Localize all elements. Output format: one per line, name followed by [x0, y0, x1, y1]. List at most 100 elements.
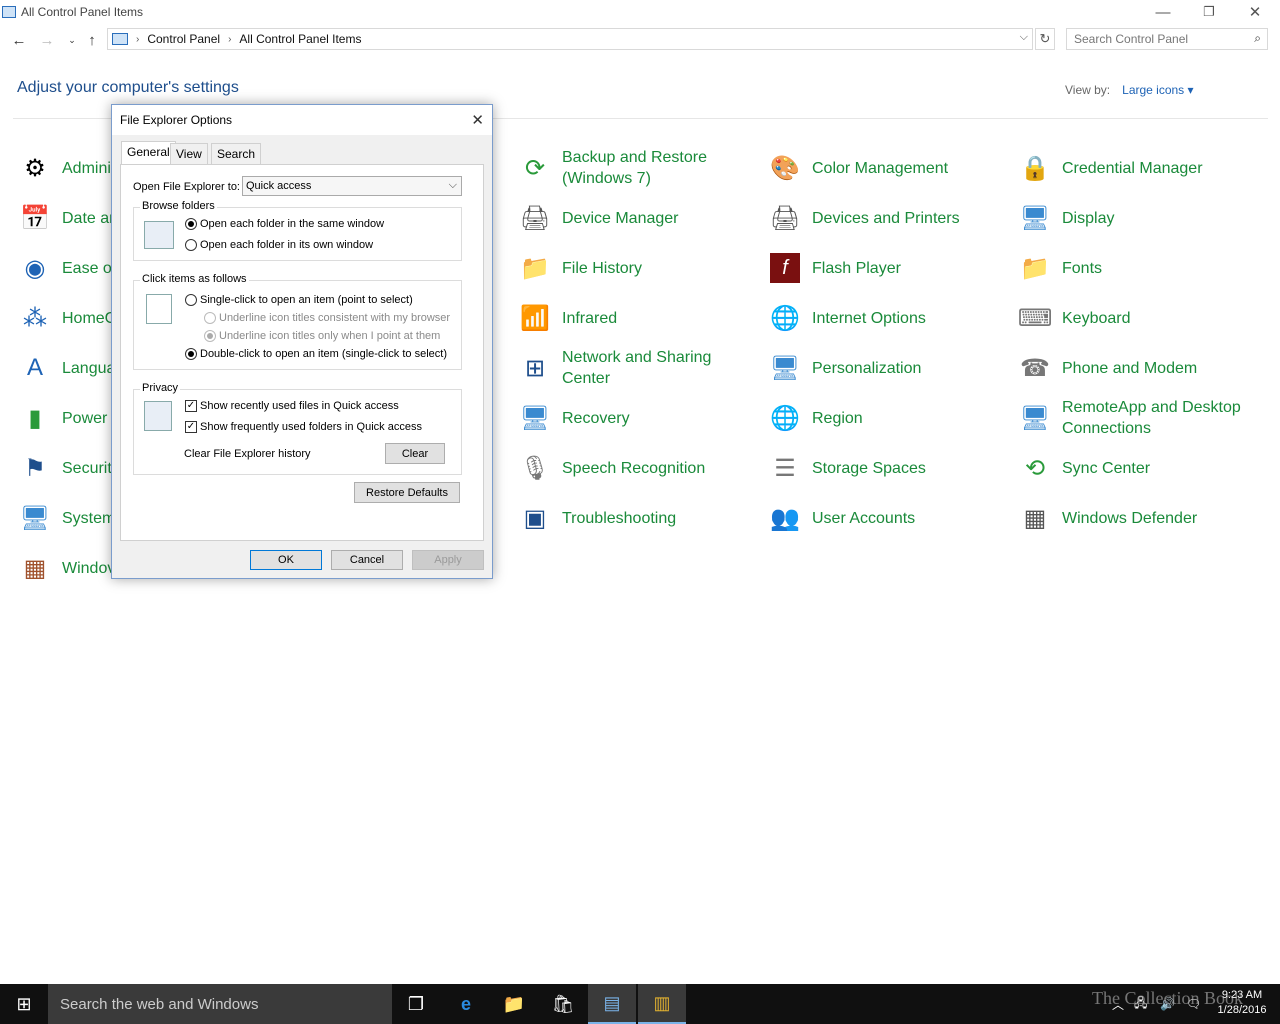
show-frequent-folders-checkbox[interactable]: ✓ [185, 421, 197, 433]
browse-own-window-radio[interactable] [185, 239, 197, 251]
security-flag-icon: ⚑ [24, 454, 46, 482]
watermark-logo: The Collection Book [1092, 988, 1243, 1008]
cp-item-keyboard[interactable]: ⌨ Keyboard [1018, 298, 1131, 338]
cp-item-flash-player[interactable]: f Flash Player [768, 248, 901, 288]
troubleshooting-icon: ▣ [523, 504, 547, 532]
single-click-radio[interactable] [185, 294, 197, 306]
cp-item-troubleshooting[interactable]: ▣ Troubleshooting [518, 498, 677, 538]
cp-item-storage-spaces[interactable]: ☰ Storage Spaces [768, 448, 926, 488]
breadcrumb-control-panel[interactable]: Control Panel [147, 32, 220, 46]
restore-button[interactable]: ❐ [1186, 0, 1232, 24]
cp-item-fonts[interactable]: 📁 Fonts [1018, 248, 1102, 288]
ok-button[interactable]: OK [250, 550, 322, 570]
open-to-value: Quick access [246, 180, 312, 192]
browse-folders-group: Browse folders [133, 200, 462, 261]
show-recent-files-checkbox[interactable]: ✓ [185, 400, 197, 412]
language-icon: A [26, 354, 43, 381]
dialog-close-icon[interactable]: ✕ [471, 111, 484, 129]
cp-item-network-and-sharing[interactable]: ⊞ Network and Sharing Center [518, 348, 732, 388]
cp-item-security[interactable]: ⚑ Securit [18, 448, 112, 488]
control-panel-taskbar-icon[interactable]: ▤ [588, 984, 636, 1024]
network-icon: ⊞ [524, 354, 546, 382]
title-bar: All Control Panel Items [0, 0, 1280, 24]
breadcrumb-separator-icon[interactable]: › [136, 34, 139, 45]
cp-item-color-management[interactable]: 🎨 Color Management [768, 148, 948, 188]
cp-item-devices-and-printers[interactable]: 🖨 Devices and Printers [768, 198, 960, 238]
cp-item-display[interactable]: 🖥 Display [1018, 198, 1115, 238]
cp-item-phone-and-modem[interactable]: ☎ Phone and Modem [1018, 348, 1197, 388]
file-explorer-options-taskbar-icon[interactable]: ▥ [638, 984, 686, 1024]
task-view-icon[interactable]: ❐ [392, 984, 440, 1024]
view-by-dropdown[interactable]: Large icons ▾ [1122, 83, 1193, 97]
cp-item-user-accounts[interactable]: 👥 User Accounts [768, 498, 915, 538]
refresh-icon[interactable]: ↻ [1035, 28, 1055, 50]
open-to-select[interactable]: Quick access ⌵ [242, 176, 462, 196]
double-click-label[interactable]: Double-click to open an item (single-cli… [200, 348, 447, 360]
edge-browser-icon[interactable]: e [442, 984, 490, 1024]
page-title: Adjust your computer's settings [17, 79, 239, 96]
clear-history-button[interactable]: Clear [385, 443, 445, 464]
address-dropdown-chevron-icon[interactable]: ⌵ [1020, 31, 1028, 44]
cp-item-system[interactable]: 🖥 System [18, 498, 116, 538]
cp-item-power-options[interactable]: ▮ Power [18, 398, 107, 438]
cp-item-file-history[interactable]: 📁 File History [518, 248, 642, 288]
fonts-icon: 📁 [1020, 254, 1050, 282]
taskbar-search-input[interactable]: Search the web and Windows [48, 984, 392, 1024]
cp-item-date-and-time[interactable]: 📅 Date ar [18, 198, 114, 238]
breadcrumb[interactable]: › Control Panel › All Control Panel Item… [107, 28, 1033, 50]
windows-start-icon[interactable]: ⊞ [0, 984, 48, 1024]
tab-search[interactable]: Search [211, 143, 262, 164]
cp-item-homegroup[interactable]: ⁂ HomeG [18, 298, 117, 338]
view-by-label: View by: [1065, 83, 1111, 97]
cp-item-region[interactable]: 🌐 Region [768, 398, 863, 438]
cp-item-speech-recognition[interactable]: 🎙 Speech Recognition [518, 448, 705, 488]
cp-item-administrative-tools[interactable]: ⚙ Admini [18, 148, 111, 188]
cp-item-personalization[interactable]: 🖥 Personalization [768, 348, 922, 388]
cp-item-windows-firewall[interactable]: ▦ Windov [18, 548, 116, 588]
microphone-icon: 🎙 [519, 454, 551, 482]
cp-item-recovery[interactable]: 🖥 Recovery [518, 398, 630, 438]
underline-point-radio[interactable] [204, 330, 216, 342]
forward-arrow-icon[interactable]: → [36, 28, 58, 52]
show-frequent-folders-label[interactable]: Show frequently used folders in Quick ac… [200, 421, 422, 433]
recent-locations-chevron-icon[interactable]: ⌄ [61, 28, 83, 52]
cp-item-backup-and-restore[interactable]: ⟳ Backup and Restore (Windows 7) [518, 148, 732, 188]
cp-item-remoteapp[interactable]: 🖥 RemoteApp and Desktop Connections [1018, 398, 1262, 438]
browse-same-window-label[interactable]: Open each folder in the same window [200, 218, 384, 230]
store-icon[interactable]: 🛍 [539, 984, 587, 1024]
click-items-label: Click items as follows [140, 273, 249, 285]
cp-item-internet-options[interactable]: 🌐 Internet Options [768, 298, 926, 338]
cp-item-ease-of-access[interactable]: ◉ Ease of [18, 248, 117, 288]
browse-same-window-radio[interactable] [185, 218, 197, 230]
cp-item-infrared[interactable]: 📶 Infrared [518, 298, 617, 338]
file-explorer-icon[interactable]: 📁 [490, 984, 538, 1024]
cp-item-sync-center[interactable]: ⟲ Sync Center [1018, 448, 1150, 488]
apply-button[interactable]: Apply [412, 550, 484, 570]
privacy-label: Privacy [140, 382, 181, 394]
double-click-radio[interactable] [185, 348, 197, 360]
close-button[interactable]: ✕ [1232, 0, 1278, 24]
clear-history-label: Clear File Explorer history [184, 448, 311, 460]
recovery-icon: 🖥 [519, 404, 551, 432]
up-arrow-icon[interactable]: ↑ [81, 28, 103, 52]
show-recent-files-label[interactable]: Show recently used files in Quick access [200, 400, 399, 412]
search-input[interactable]: Search Control Panel ⌕ [1066, 28, 1268, 50]
tab-general[interactable]: General [121, 141, 176, 165]
minimize-button[interactable]: — [1140, 0, 1186, 24]
tab-view[interactable]: View [170, 143, 208, 164]
breadcrumb-all-items[interactable]: All Control Panel Items [239, 32, 361, 46]
browse-own-window-label[interactable]: Open each folder in its own window [200, 239, 373, 251]
system-icon: 🖥 [19, 504, 51, 532]
search-icon[interactable]: ⌕ [1254, 31, 1261, 46]
underline-point-label: Underline icon titles only when I point … [219, 330, 441, 342]
restore-defaults-button[interactable]: Restore Defaults [354, 482, 460, 503]
single-click-label[interactable]: Single-click to open an item (point to s… [200, 294, 413, 306]
cp-item-language[interactable]: A Langua [18, 348, 115, 388]
cp-item-device-manager[interactable]: 🖨 Device Manager [518, 198, 679, 238]
back-arrow-icon[interactable]: ← [8, 28, 30, 52]
underline-browser-radio[interactable] [204, 312, 216, 324]
cancel-button[interactable]: Cancel [331, 550, 403, 570]
cp-item-credential-manager[interactable]: 🔒 Credential Manager [1018, 148, 1202, 188]
breadcrumb-separator-icon[interactable]: › [228, 34, 231, 45]
cp-item-windows-defender[interactable]: ▦ Windows Defender [1018, 498, 1198, 538]
